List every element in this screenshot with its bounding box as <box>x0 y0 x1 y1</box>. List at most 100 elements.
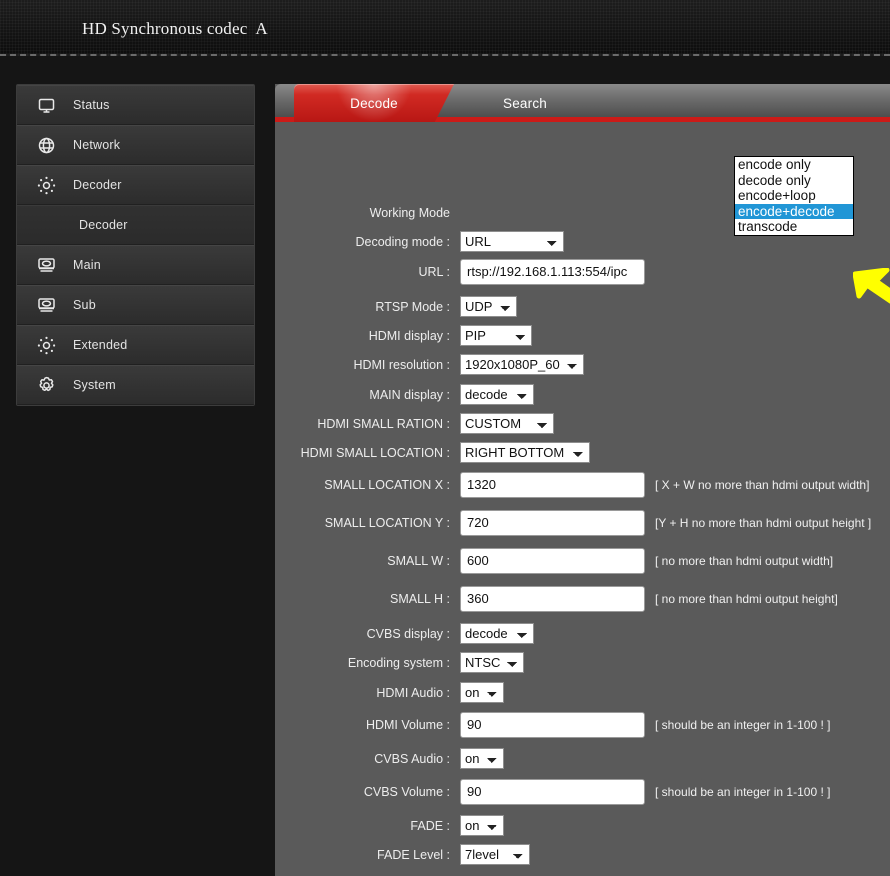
decode-form: encode only decode only encode+loop encode+… <box>275 122 890 871</box>
app-header: HD Synchronous codec A <box>0 0 890 56</box>
small-h-input[interactable] <box>460 585 645 612</box>
working-mode-dropdown-list[interactable]: encode only decode only encode+loop encode+… <box>734 156 854 236</box>
form-row: SMALL LOCATION Y : [Y + H no more than hd… <box>275 508 890 537</box>
sidebar-item-label: Extended <box>73 338 128 352</box>
field-hint: [ should be an integer in 1-100 ! ] <box>655 784 831 799</box>
field-control: 7level <box>460 844 530 865</box>
sidebar-item-label: Network <box>73 138 121 152</box>
hdmi-small-location-select[interactable]: RIGHT BOTTOM <box>460 442 590 463</box>
small-location-y-input[interactable] <box>460 509 645 536</box>
form-row: HDMI resolution : 1920x1080P_60 <box>275 350 890 379</box>
hdmi-resolution-select[interactable]: 1920x1080P_60 <box>460 354 584 375</box>
monitor-icon <box>37 96 56 115</box>
field-control: [ no more than hdmi output width] <box>460 547 833 574</box>
sidebar-item-label: System <box>73 378 116 392</box>
gear-icon <box>37 376 56 395</box>
fade-select[interactable]: on <box>460 815 504 836</box>
field-label: HDMI display : <box>368 328 450 343</box>
cvbs-display-select[interactable]: decode <box>460 623 534 644</box>
field-control: on <box>460 682 504 703</box>
form-row: HDMI SMALL RATION : CUSTOM <box>275 409 890 438</box>
sidebar-item-main[interactable]: Main <box>17 245 254 285</box>
cvbs-volume-input[interactable] <box>460 778 645 805</box>
sidebar-item-label: Main <box>73 258 101 272</box>
hdmi-audio-select[interactable]: on <box>460 682 504 703</box>
main-display-select[interactable]: decode <box>460 384 534 405</box>
field-control <box>460 258 645 285</box>
hdmi-small-ration-select[interactable]: CUSTOM <box>460 413 554 434</box>
form-row: CVBS Volume : [ should be an integer in 1… <box>275 777 890 806</box>
url-input[interactable] <box>460 258 645 285</box>
form-row: SMALL H : [ no more than hdmi output heig… <box>275 584 890 613</box>
field-label: CVBS Volume : <box>363 784 450 799</box>
field-hint: [Y + H no more than hdmi output height ] <box>655 515 872 530</box>
field-hint: [ should be an integer in 1-100 ! ] <box>655 717 831 732</box>
field-control <box>460 202 580 223</box>
content-panel: Decode Search encode only decode only enco… <box>275 84 890 876</box>
hdmi-volume-input[interactable] <box>460 711 645 738</box>
field-control: [Y + H no more than hdmi output height ] <box>460 509 872 536</box>
field-hint: [ no more than hdmi output height] <box>655 591 838 606</box>
field-control: decode <box>460 384 534 405</box>
sidebar-item-label: Decoder <box>79 218 128 232</box>
field-control: on <box>460 748 504 769</box>
fade-level-select[interactable]: 7level <box>460 844 530 865</box>
cvbs-audio-select[interactable]: on <box>460 748 504 769</box>
small-location-x-input[interactable] <box>460 471 645 498</box>
sidebar-item-sub[interactable]: Sub <box>17 285 254 325</box>
field-control: UDP <box>460 296 517 317</box>
field-control: URL <box>460 231 564 252</box>
form-row: HDMI SMALL LOCATION : RIGHT BOTTOM <box>275 438 890 467</box>
encoding-system-select[interactable]: NTSC <box>460 652 524 673</box>
field-label: SMALL LOCATION Y : <box>324 515 450 530</box>
sidebar-item-extended[interactable]: Extended <box>17 325 254 365</box>
field-control: [ should be an integer in 1-100 ! ] <box>460 711 831 738</box>
field-label: Working Mode <box>369 205 450 220</box>
dropdown-option[interactable]: encode+loop <box>735 188 853 204</box>
tab-decode[interactable]: Decode <box>294 84 454 122</box>
display-icon <box>37 296 56 315</box>
field-control: on <box>460 815 504 836</box>
field-label: Encoding system : <box>347 655 450 670</box>
field-label: HDMI SMALL RATION : <box>317 416 450 431</box>
sidebar-item-decoder[interactable]: Decoder <box>17 165 254 205</box>
form-row: FADE : on <box>275 811 890 840</box>
field-control: [ should be an integer in 1-100 ! ] <box>460 778 831 805</box>
field-label: HDMI SMALL LOCATION : <box>300 445 450 460</box>
sidebar-item-system[interactable]: System <box>17 365 254 405</box>
dropdown-option[interactable]: encode only <box>735 157 853 173</box>
working-mode-select-placeholder[interactable] <box>460 202 580 223</box>
tab-search[interactable]: Search <box>465 84 585 122</box>
form-row: SMALL W : [ no more than hdmi output widt… <box>275 546 890 575</box>
field-label: HDMI Audio : <box>376 685 450 700</box>
field-label: SMALL LOCATION X : <box>324 477 450 492</box>
field-control: PIP <box>460 325 532 346</box>
sidebar-nav: Status Network Decoder Decoder Main Sub Extend… <box>16 84 255 406</box>
field-label: HDMI Volume : <box>365 717 450 732</box>
small-w-input[interactable] <box>460 547 645 574</box>
field-label: RTSP Mode : <box>375 299 450 314</box>
form-row: RTSP Mode : UDP <box>275 292 890 321</box>
field-label: SMALL W : <box>387 553 450 568</box>
field-control: CUSTOM <box>460 413 554 434</box>
form-row: SMALL LOCATION X : [ X + W no more than h… <box>275 470 890 499</box>
sidebar-item-decoder-sub[interactable]: Decoder <box>17 205 254 245</box>
globe-icon <box>37 136 56 155</box>
field-control: RIGHT BOTTOM <box>460 442 590 463</box>
arrow-up-left-icon <box>852 267 890 321</box>
sidebar-item-label: Status <box>73 98 110 112</box>
form-row: FADE Level : 7level <box>275 840 890 869</box>
hdmi-display-select[interactable]: PIP <box>460 325 532 346</box>
decoding-mode-select[interactable]: URL <box>460 231 564 252</box>
form-row: HDMI display : PIP <box>275 321 890 350</box>
dropdown-option[interactable]: decode only <box>735 173 853 189</box>
dropdown-option[interactable]: encode+decode <box>735 203 853 220</box>
field-label: URL : <box>418 264 451 279</box>
dropdown-option[interactable]: transcode <box>735 219 853 235</box>
sidebar-item-network[interactable]: Network <box>17 125 254 165</box>
field-control: NTSC <box>460 652 524 673</box>
form-row: Encoding system : NTSC <box>275 648 890 677</box>
sidebar-item-status[interactable]: Status <box>17 85 254 125</box>
rtsp-mode-select[interactable]: UDP <box>460 296 517 317</box>
form-row: CVBS Audio : on <box>275 744 890 773</box>
